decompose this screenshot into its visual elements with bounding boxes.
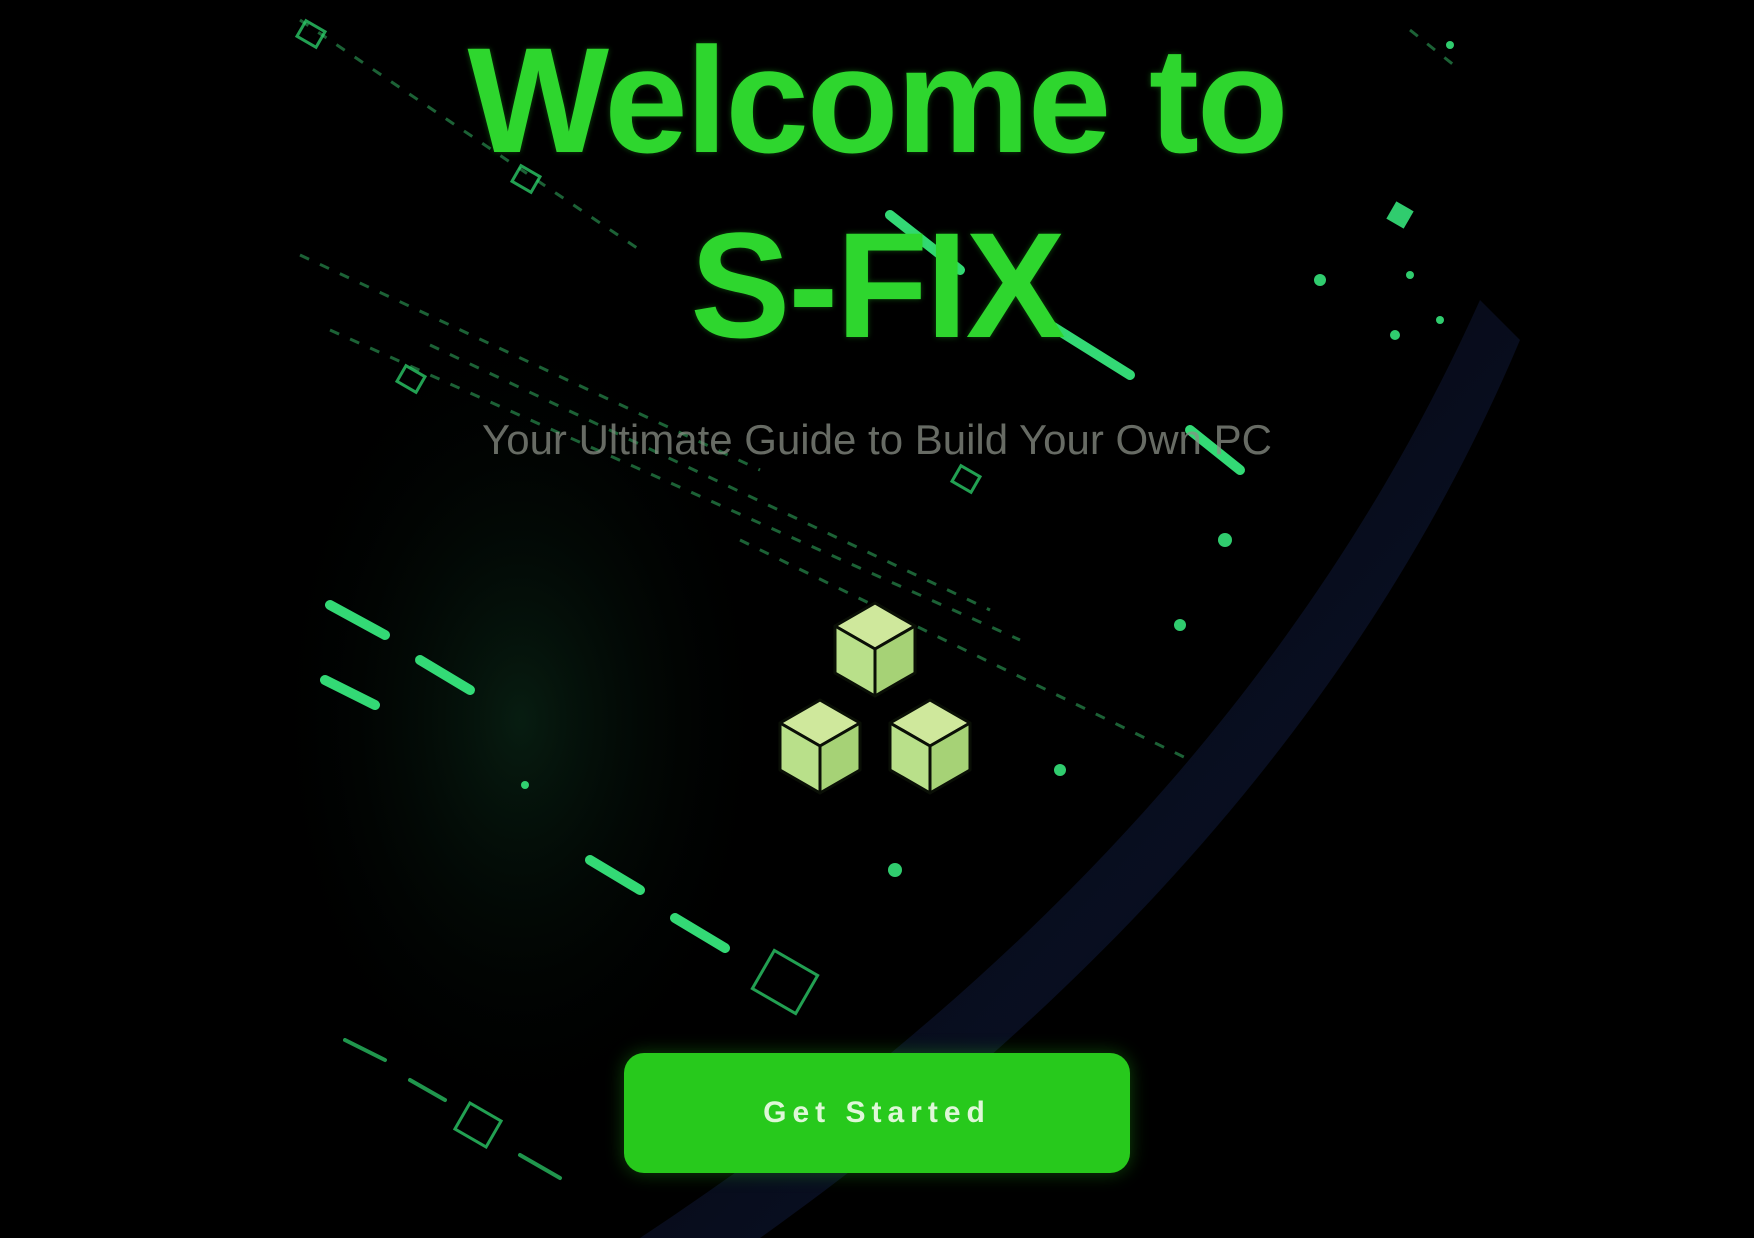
- app-name-title: S-FIX: [690, 201, 1065, 369]
- three-cubes-icon: [778, 601, 972, 795]
- welcome-screen: Welcome to S-FIX Your Ultimate Guide to …: [0, 0, 1754, 1238]
- get-started-button[interactable]: Get Started: [624, 1053, 1130, 1173]
- tagline: Your Ultimate Guide to Build Your Own PC: [482, 416, 1272, 463]
- welcome-title: Welcome to: [467, 16, 1288, 184]
